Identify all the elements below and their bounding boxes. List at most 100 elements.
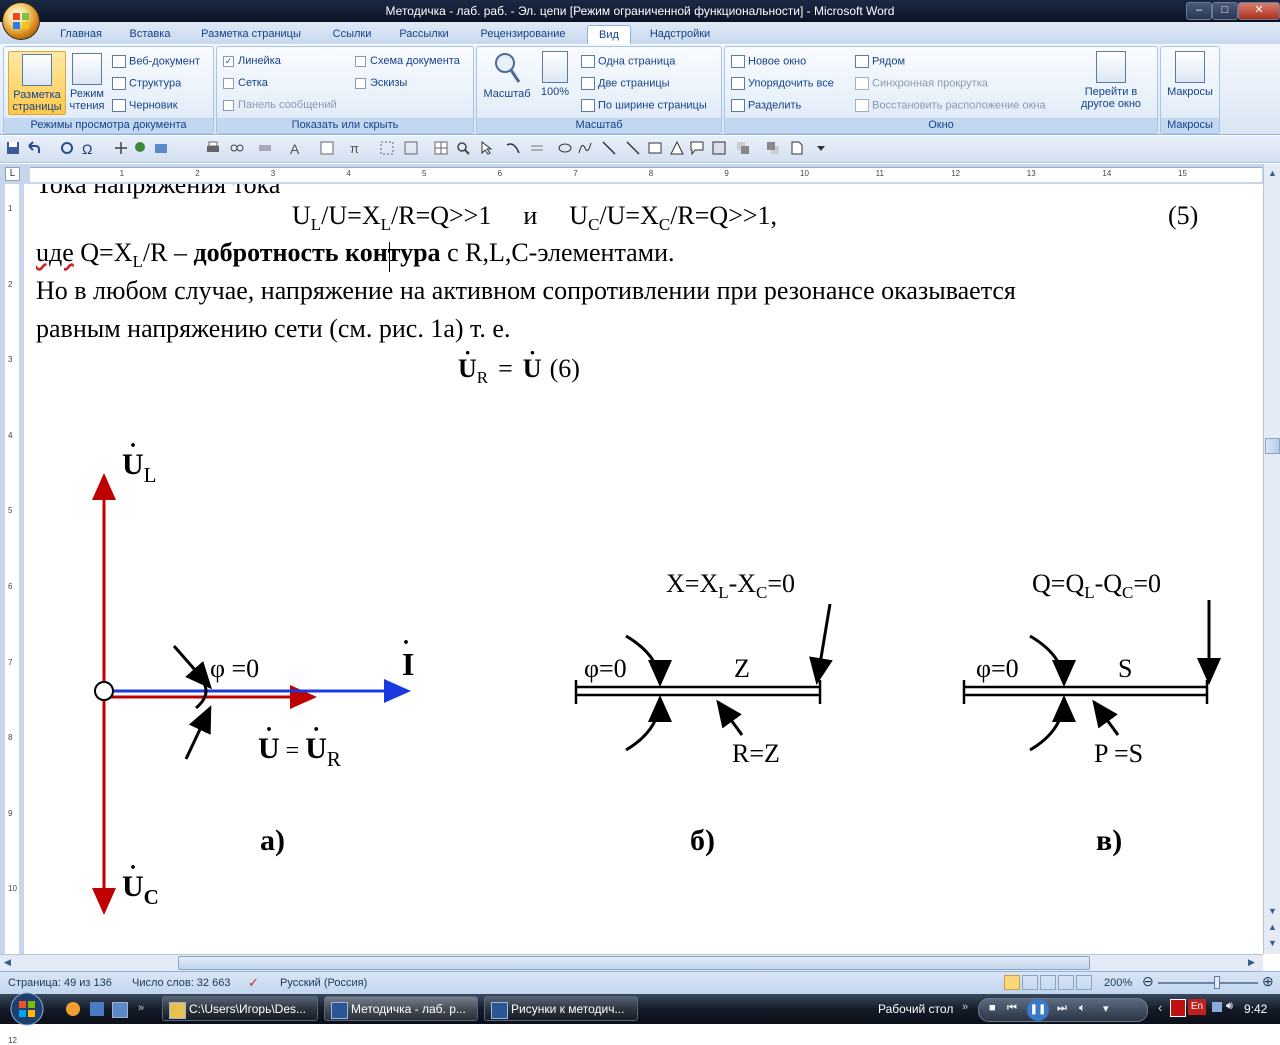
reset-position-button[interactable]: Восстановить расположение окна	[855, 99, 1046, 112]
page-width-button[interactable]: По ширине страницы	[581, 99, 707, 112]
prev-page-icon[interactable]: ▲	[1266, 922, 1279, 934]
view-print-layout-icon[interactable]	[1004, 975, 1020, 990]
zoom-100-button[interactable]: 100%	[537, 51, 573, 98]
scroll-up-icon[interactable]: ▲	[1266, 168, 1279, 182]
task-word-figures[interactable]: Рисунки к методич...	[484, 996, 638, 1021]
two-pages-button[interactable]: Две страницы	[581, 77, 670, 90]
scroll-down-icon[interactable]: ▼	[1266, 906, 1279, 920]
vertical-ruler[interactable]: 123456789101112	[0, 184, 24, 1045]
font-color-icon[interactable]: A	[290, 141, 304, 157]
zoom-slider-thumb[interactable]	[1214, 976, 1220, 989]
callout-icon[interactable]	[690, 141, 704, 155]
symbol-omega-icon[interactable]: Ω	[82, 141, 96, 157]
curve-icon[interactable]	[506, 141, 520, 155]
start-button[interactable]	[2, 992, 52, 1026]
ellipse-icon[interactable]	[558, 141, 572, 155]
shape-fill-icon[interactable]	[320, 141, 334, 155]
line-icon[interactable]	[602, 141, 616, 155]
tab-references[interactable]: Ссылки	[322, 25, 382, 44]
pi-icon[interactable]: π	[350, 141, 364, 156]
arrange-all-button[interactable]: Упорядочить все	[731, 77, 834, 90]
scroll-thumb[interactable]	[1265, 438, 1280, 454]
quicklaunch-desktop-icon[interactable]	[112, 1002, 128, 1018]
one-page-button[interactable]: Одна страница	[581, 55, 675, 68]
web-layout-button[interactable]: Веб-документ	[112, 55, 200, 68]
tab-review[interactable]: Рецензирование	[468, 25, 578, 44]
view-web-icon[interactable]	[1040, 975, 1056, 990]
horizontal-ruler[interactable]: L 1 2 3 4 5 6 7 8 9 10 11 12 13 14 15	[0, 164, 1263, 184]
tray-antivirus-icon[interactable]	[1170, 999, 1186, 1017]
arc-icon[interactable]	[578, 141, 592, 155]
new-window-button[interactable]: Новое окно	[731, 55, 806, 68]
view-outline-icon[interactable]	[1058, 975, 1074, 990]
task-explorer[interactable]: C:\Users\Игорь\Des...	[162, 996, 318, 1021]
zoom-slider-track[interactable]	[1158, 982, 1258, 984]
bring-front-icon[interactable]	[736, 141, 750, 155]
spell-icon[interactable]	[134, 141, 148, 155]
link-icon[interactable]	[230, 141, 244, 155]
maximize-button[interactable]: □	[1212, 2, 1238, 20]
redo-icon[interactable]	[60, 141, 74, 155]
quicklaunch-switch-icon[interactable]	[90, 1002, 104, 1016]
format-icon[interactable]	[154, 141, 168, 155]
quicklaunch-firefox-icon[interactable]	[66, 1002, 80, 1016]
triangle-icon[interactable]	[670, 141, 684, 155]
split-button[interactable]: Разделить	[731, 99, 801, 112]
close-button[interactable]: ✕	[1238, 2, 1280, 20]
page-indicator[interactable]: Страница: 49 из 136	[8, 977, 112, 989]
arrow-line-icon[interactable]	[626, 141, 640, 155]
task-word-manual[interactable]: Методичка - лаб. р...	[324, 996, 478, 1021]
scroll-left-icon[interactable]: ◀	[4, 957, 16, 969]
word-count[interactable]: Число слов: 32 663	[132, 977, 230, 989]
zoom-level[interactable]: 200%	[1104, 977, 1132, 989]
rectangle-icon[interactable]	[648, 141, 662, 155]
next-page-icon[interactable]: ▼	[1266, 938, 1279, 950]
thumbnails-checkbox[interactable]: Эскизы	[355, 77, 407, 89]
print-layout-button[interactable]: Разметка страницы	[8, 51, 66, 115]
office-button[interactable]	[2, 2, 40, 40]
tab-page-layout[interactable]: Разметка страницы	[190, 25, 312, 44]
tray-volume-icon[interactable]: 🔊︎	[1226, 1000, 1233, 1013]
outline-button[interactable]: Структура	[112, 77, 181, 90]
vertical-scrollbar[interactable]: ▲ ▼ ▲ ▼	[1263, 164, 1280, 954]
pointer-icon[interactable]	[480, 141, 494, 155]
proofing-icon[interactable]: ✓	[248, 975, 259, 991]
media-menu-icon[interactable]: ▾	[1103, 1002, 1109, 1015]
minimize-button[interactable]: –	[1186, 2, 1212, 20]
horizontal-scrollbar[interactable]: ◀ ▶	[0, 954, 1263, 972]
select-objects-icon[interactable]	[380, 141, 394, 155]
scroll-right-icon[interactable]: ▶	[1248, 957, 1260, 969]
customize-toolbar-icon[interactable]	[814, 141, 828, 155]
clock[interactable]: 9:42	[1244, 1002, 1267, 1016]
send-back-icon[interactable]	[766, 141, 780, 155]
group-objects-icon[interactable]	[404, 141, 418, 155]
side-by-side-button[interactable]: Рядом	[855, 55, 905, 68]
tab-selector-button[interactable]: L	[5, 167, 20, 181]
media-next-icon[interactable]: ⏭	[1057, 1002, 1067, 1015]
textbox-icon[interactable]	[712, 141, 726, 155]
media-prev-icon[interactable]: ⏮	[1007, 1002, 1017, 1015]
view-reading-icon[interactable]	[1022, 975, 1038, 990]
highlight-icon[interactable]	[258, 141, 272, 155]
doc-map-checkbox[interactable]: Схема документа	[355, 55, 460, 67]
tray-network-icon[interactable]	[1212, 1002, 1222, 1012]
media-volume-icon[interactable]: 🔈︎	[1079, 1002, 1086, 1015]
draft-button[interactable]: Черновик	[112, 99, 178, 112]
tab-home[interactable]: Главная	[52, 25, 110, 44]
print-icon[interactable]	[206, 141, 220, 155]
media-pause-icon[interactable]: ❚❚	[1027, 999, 1049, 1021]
quicklaunch-more-icon[interactable]: »	[138, 1002, 144, 1014]
language-indicator[interactable]: Русский (Россия)	[280, 977, 367, 989]
message-bar-checkbox[interactable]: Панель сообщений	[223, 99, 337, 111]
tab-addins[interactable]: Надстройки	[640, 25, 720, 44]
reading-mode-button[interactable]: Режим чтения	[66, 51, 108, 113]
ruler-checkbox[interactable]: ✓ Линейка	[223, 55, 281, 67]
connector-icon[interactable]	[530, 141, 544, 155]
language-indicator-taskbar[interactable]: En	[1188, 999, 1206, 1015]
grid-checkbox[interactable]: Сетка	[223, 77, 268, 89]
zoom-in-icon[interactable]: ⊕	[1262, 973, 1274, 990]
new-doc-icon[interactable]	[790, 141, 804, 155]
view-draft-icon[interactable]	[1076, 975, 1092, 990]
desktop-toolbar-label[interactable]: Рабочий стол	[878, 1002, 953, 1016]
switch-windows-button[interactable]: Перейти в другое окно	[1071, 51, 1151, 110]
